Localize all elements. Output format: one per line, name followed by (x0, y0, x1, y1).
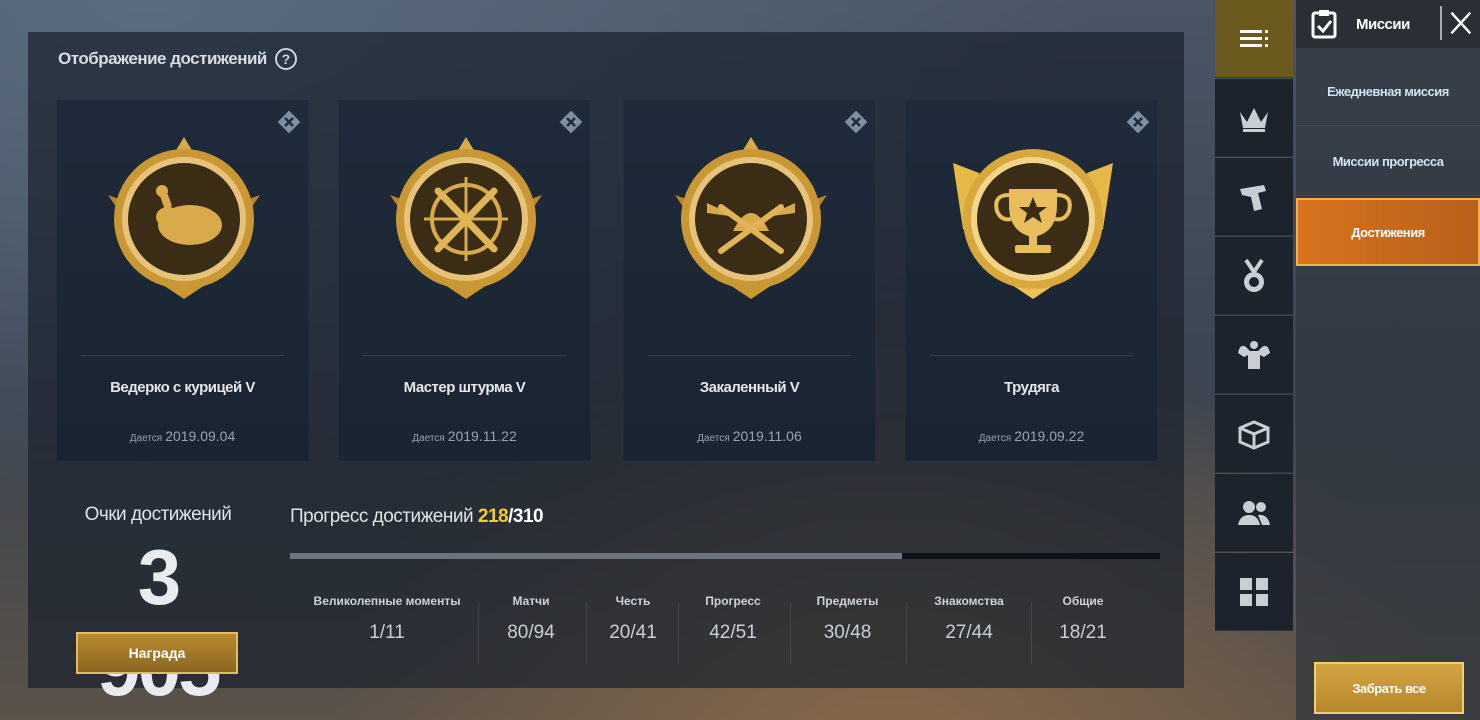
card-divider (363, 355, 566, 356)
card-divider (81, 355, 284, 356)
sidebar-weapons-button[interactable] (1215, 158, 1293, 236)
achievement-name: Мастер штурма V (403, 379, 526, 396)
date-label: Дается (697, 433, 730, 444)
category-divider (478, 602, 479, 664)
progress-current: 218 (477, 506, 509, 527)
date-label: Дается (978, 433, 1012, 444)
sidebar-crate-button[interactable] (1215, 395, 1293, 473)
medal-icon (1244, 258, 1264, 292)
date-label: Дается (412, 433, 445, 444)
achievement-date-row: Дается 2019.09.04 (57, 428, 308, 444)
remove-icon[interactable] (1125, 109, 1151, 135)
sidebar-friends-button[interactable] (1215, 474, 1293, 552)
sidebar-crown-button[interactable] (1215, 79, 1293, 157)
progress-bar-fill (290, 553, 902, 559)
help-icon[interactable]: ? (274, 48, 297, 70)
sidebar-menu-button[interactable] (1215, 0, 1293, 78)
achievement-name: Трудяга (1004, 379, 1059, 396)
card-divider (648, 355, 851, 356)
category-divider (586, 602, 587, 664)
remove-icon[interactable] (843, 109, 869, 135)
achievement-name: Закаленный V (699, 379, 800, 396)
achievement-date-row: Дается 2019.11.06 (624, 428, 875, 444)
achievement-card-hard-worker[interactable]: Трудяга Дается 2019.09.22 (905, 100, 1158, 462)
missions-header: Миссии (1296, 0, 1480, 48)
progress-title: Прогресс достижений 218/310 (290, 506, 544, 528)
achievement-date: 2019.11.06 (732, 428, 802, 444)
progress-bar (290, 553, 1160, 559)
achievement-points-value: 3 905 (97, 533, 221, 712)
category-divider (1031, 602, 1032, 664)
crown-icon (1240, 107, 1268, 132)
tab-achievements[interactable]: Достижения (1296, 198, 1480, 266)
category-label: Общие (1062, 594, 1104, 608)
category-label: Матчи (512, 594, 550, 608)
chicken-badge-icon (108, 137, 260, 299)
menu-icon (1240, 29, 1268, 47)
category-label: Предметы (816, 594, 879, 608)
section-title-text: Отображение достижений (58, 49, 267, 68)
pistol-icon (1240, 184, 1266, 211)
tab-progress-missions[interactable]: Миссии прогресса (1296, 128, 1480, 196)
category-progress[interactable]: Прогресс 42/51 (688, 594, 778, 644)
achievement-date: 2019.09.22 (1014, 428, 1085, 444)
achievement-date: 2019.09.04 (165, 428, 236, 444)
missions-title: Миссии (1356, 15, 1410, 33)
date-label: Дается (129, 433, 163, 444)
category-divider (906, 602, 907, 664)
section-title: Отображение достижений ? (58, 48, 297, 70)
achievement-card-chicken[interactable]: Ведерко с курицей V Дается 2019.09.04 (56, 100, 309, 462)
achievement-card-assault[interactable]: Мастер штурма V Дается 2019.11.22 (338, 100, 591, 462)
category-social[interactable]: Знакомства 27/44 (918, 594, 1020, 644)
missions-panel: Миссии Ежедневная миссия Миссии прогресс… (1296, 0, 1480, 720)
category-items[interactable]: Предметы 30/48 (800, 594, 895, 644)
category-value: 42/51 (709, 622, 757, 643)
sidebar-fitness-button[interactable] (1215, 316, 1293, 394)
category-value: 27/44 (945, 622, 993, 643)
card-divider (930, 355, 1133, 356)
close-icon[interactable] (1440, 6, 1474, 40)
claim-all-button[interactable]: Забрать все (1314, 662, 1464, 714)
category-value: 30/48 (823, 622, 872, 643)
remove-icon[interactable] (276, 109, 302, 135)
tab-daily-mission[interactable]: Ежедневная миссия (1296, 58, 1480, 126)
category-highlights[interactable]: Великолепные моменты 1/11 (311, 594, 463, 644)
category-value: 18/21 (1059, 622, 1107, 643)
category-value: 80/94 (507, 622, 555, 643)
category-divider (678, 602, 679, 664)
category-matches[interactable]: Матчи 80/94 (486, 594, 576, 644)
achievement-date: 2019.11.22 (447, 428, 517, 444)
category-label: Знакомства (934, 594, 1004, 608)
progress-label: Прогресс достижений (290, 506, 474, 527)
category-value: 1/11 (369, 622, 405, 643)
sidebar-medal-button[interactable] (1215, 237, 1293, 315)
crosshair-rifles-badge-icon (390, 137, 542, 299)
category-honor[interactable]: Честь 20/41 (593, 594, 673, 644)
category-label: Великолепные моменты (313, 594, 461, 608)
remove-icon[interactable] (558, 109, 584, 135)
reward-button[interactable]: Награда (76, 632, 238, 674)
crate-icon (1238, 419, 1270, 450)
achievement-points-label: Очки достижений (84, 504, 232, 525)
winged-helmet-badge-icon (675, 137, 827, 299)
grid-icon (1240, 577, 1268, 606)
category-label: Прогресс (705, 594, 761, 608)
friends-icon (1238, 500, 1270, 525)
achievement-date-row: Дается 2019.09.22 (906, 428, 1157, 444)
achievement-display-panel: Отображение достижений ? Ведерко с куриц… (28, 32, 1184, 712)
achievement-date-row: Дается 2019.11.22 (339, 428, 590, 444)
category-label: Честь (615, 594, 651, 608)
clipboard-check-icon (1311, 10, 1337, 39)
category-value: 20/41 (609, 622, 657, 643)
sidebar-grid-button[interactable] (1215, 553, 1293, 631)
icon-sidebar (1215, 0, 1293, 720)
category-divider (790, 602, 791, 664)
muscle-icon (1238, 340, 1270, 369)
category-general[interactable]: Общие 18/21 (1038, 594, 1128, 644)
achievement-name: Ведерко с курицей V (110, 379, 255, 396)
progress-total: /310 (508, 506, 544, 527)
achievement-card-hardened[interactable]: Закаленный V Дается 2019.11.06 (623, 100, 876, 462)
trophy-badge-icon (953, 149, 1113, 299)
